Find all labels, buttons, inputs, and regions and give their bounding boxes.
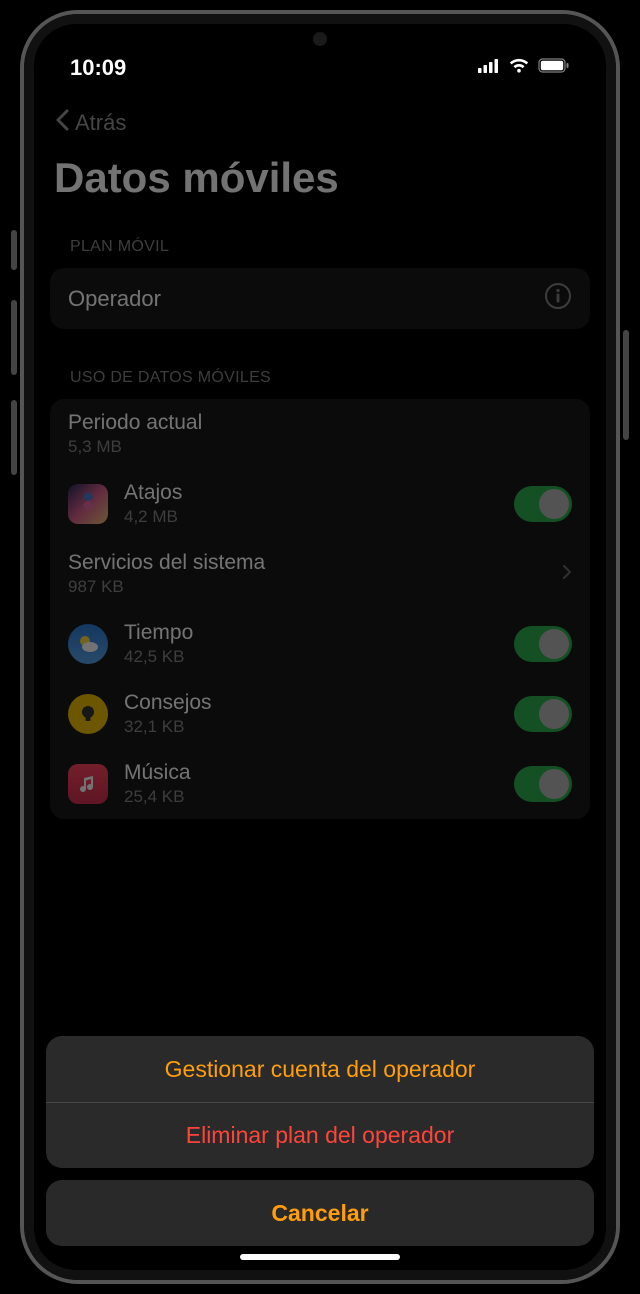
side-button-silent (11, 230, 17, 270)
app-row-consejos: Consejos 32,1 KB (50, 679, 590, 749)
chevron-left-icon (54, 109, 69, 136)
usage-card: Periodo actual 5,3 MB Atajos 4,2 MB (50, 399, 590, 819)
plan-card: Operador (50, 268, 590, 329)
app-row-atajos: Atajos 4,2 MB (50, 469, 590, 539)
section-usage-label: USO DE DATOS MÓVILES (34, 357, 606, 395)
app-name: Atajos (124, 481, 498, 505)
period-title: Periodo actual (68, 411, 572, 435)
toggle-musica[interactable] (514, 766, 572, 802)
app-amount: 987 KB (68, 577, 546, 597)
carrier-row[interactable]: Operador (50, 268, 590, 329)
side-button-volume-up (11, 300, 17, 375)
screen: 10:09 Atrás Datos móviles (24, 14, 616, 1280)
musica-icon (68, 764, 108, 804)
chevron-right-icon (562, 564, 572, 585)
app-row-musica: Música 25,4 KB (50, 749, 590, 819)
atajos-icon (68, 484, 108, 524)
app-amount: 32,1 KB (124, 717, 498, 737)
app-name: Servicios del sistema (68, 551, 546, 575)
info-icon[interactable] (544, 282, 572, 315)
side-button-volume-down (11, 400, 17, 475)
phone-frame: 10:09 Atrás Datos móviles (20, 10, 620, 1284)
app-amount: 42,5 KB (124, 647, 498, 667)
tiempo-icon (68, 624, 108, 664)
app-name: Tiempo (124, 621, 498, 645)
toggle-consejos[interactable] (514, 696, 572, 732)
period-row: Periodo actual 5,3 MB (50, 399, 590, 469)
app-row-servicios[interactable]: Servicios del sistema 987 KB (50, 539, 590, 609)
section-plan-label: PLAN MÓVIL (34, 226, 606, 264)
toggle-atajos[interactable] (514, 486, 572, 522)
carrier-label: Operador (68, 286, 161, 312)
cancel-button[interactable]: Cancelar (46, 1180, 594, 1246)
home-indicator[interactable] (240, 1254, 400, 1260)
side-button-power (623, 330, 629, 440)
manage-account-button[interactable]: Gestionar cuenta del operador (46, 1036, 594, 1102)
app-name: Música (124, 761, 498, 785)
app-amount: 25,4 KB (124, 787, 498, 807)
action-sheet-group: Gestionar cuenta del operador Eliminar p… (46, 1036, 594, 1168)
app-name: Consejos (124, 691, 498, 715)
consejos-icon (68, 694, 108, 734)
remove-plan-button[interactable]: Eliminar plan del operador (46, 1102, 594, 1168)
toggle-tiempo[interactable] (514, 626, 572, 662)
period-amount: 5,3 MB (68, 437, 572, 457)
action-sheet: Gestionar cuenta del operador Eliminar p… (46, 1036, 594, 1246)
page-title: Datos móviles (34, 136, 606, 226)
app-amount: 4,2 MB (124, 507, 498, 527)
app-row-tiempo: Tiempo 42,5 KB (50, 609, 590, 679)
camera-dot (313, 32, 327, 46)
back-button-label: Atrás (75, 110, 126, 136)
